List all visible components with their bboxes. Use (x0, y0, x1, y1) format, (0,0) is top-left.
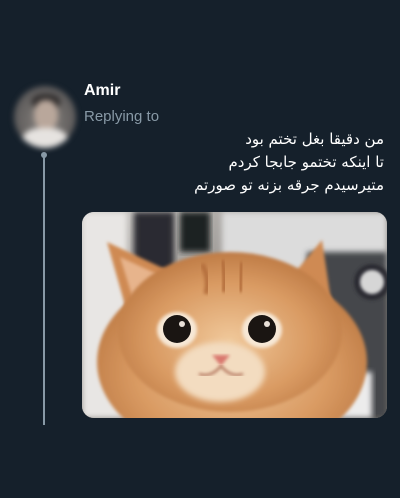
author-avatar[interactable] (14, 86, 76, 148)
tweet-text-line: تا اینکه تختمو جابجا کردم (228, 153, 384, 171)
tweet-text-line: من دقیقا بغل تختم بود (245, 130, 384, 148)
author-name[interactable]: Amir (84, 82, 120, 100)
thread-connector-line (43, 155, 45, 425)
tweet-media-image[interactable] (82, 212, 387, 418)
avatar-face (34, 100, 58, 130)
tweet-text-line: متیرسیدم جرقه بزنه تو صورتم (194, 176, 384, 194)
replying-to-label[interactable]: Replying to (84, 108, 159, 125)
avatar-body (22, 128, 68, 148)
tweet-text: من دقیقا بغل تختم بود تا اینکه تختمو جاب… (84, 128, 384, 197)
cat-photo-icon (82, 212, 387, 418)
